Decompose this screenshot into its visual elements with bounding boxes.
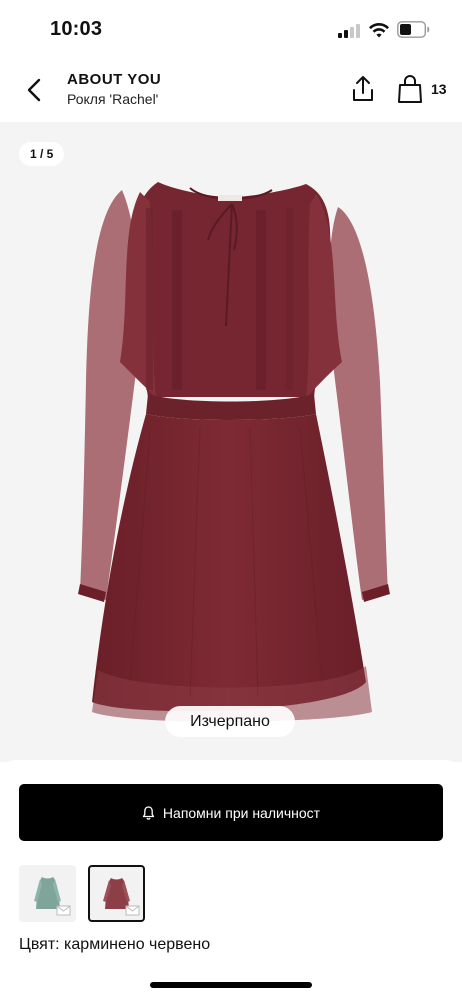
variant-thumbnail-image: [103, 878, 140, 916]
selected-color-label: Цвят: карминено червено: [19, 936, 211, 953]
shopping-bag-button[interactable]: [394, 72, 426, 106]
home-indicator[interactable]: [150, 982, 312, 988]
color-variant-carmine-red[interactable]: [88, 865, 145, 922]
wifi-icon: [368, 21, 390, 39]
share-icon: [353, 76, 373, 101]
shopping-bag-icon: [398, 75, 422, 103]
back-button[interactable]: [18, 72, 50, 108]
notify-when-available-button[interactable]: Напомни при наличност: [19, 784, 443, 841]
signal-icon: [338, 24, 360, 38]
product-name: Рокля 'Rachel': [67, 91, 159, 107]
status-bar: 10:03: [0, 0, 462, 58]
brand-name: ABOUT YOU: [67, 71, 162, 88]
battery-icon: [397, 21, 430, 38]
chevron-left-icon: [27, 78, 41, 102]
sold-out-label: Изчерпано: [165, 706, 295, 737]
color-variant-green[interactable]: [19, 865, 76, 922]
share-button[interactable]: [347, 72, 379, 106]
bag-count-badge: 13: [431, 81, 447, 97]
bell-icon: [142, 805, 155, 820]
product-image: [78, 182, 390, 722]
image-page-indicator: 1 / 5: [19, 142, 65, 166]
notify-button-label: Напомни при наличност: [162, 804, 321, 821]
product-action-sheet: Напомни при наличност Цвят: карминено че…: [0, 760, 462, 999]
app-header: ABOUT YOU Рокля 'Rachel' 13: [0, 58, 462, 122]
variant-thumbnail-image: [34, 877, 71, 916]
product-image-gallery[interactable]: 1 / 5 Изчерпано: [0, 122, 462, 762]
status-time: 10:03: [50, 18, 103, 40]
